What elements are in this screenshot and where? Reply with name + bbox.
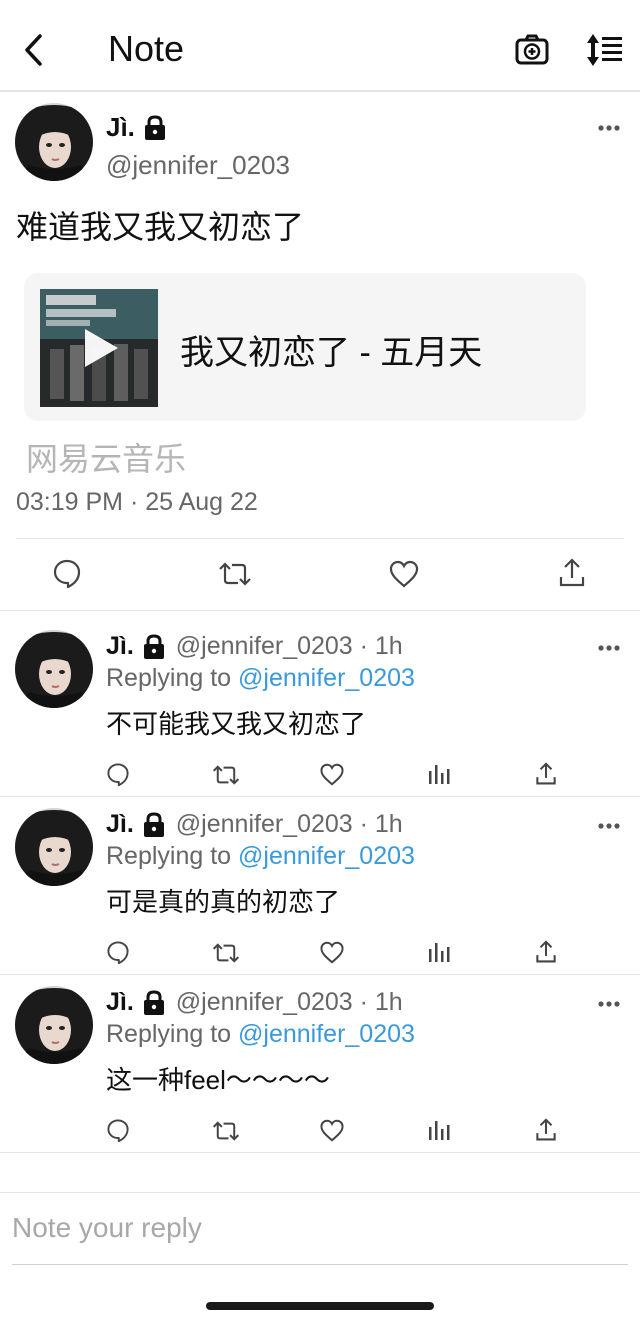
divider (16, 538, 624, 539)
reply-author-row: Jì. @jennifer_0203 · 1h (106, 988, 403, 1017)
chevron-left-icon[interactable] (18, 30, 52, 70)
reply-item[interactable]: Jì. @jennifer_0203 · 1h Replying to @jen… (0, 612, 640, 790)
reply-actions (0, 940, 640, 970)
reply-text: 不可能我又我又初恋了 (106, 709, 367, 739)
more-icon[interactable] (597, 124, 621, 132)
input-underline (12, 1264, 628, 1265)
reply-author-row: Jì. @jennifer_0203 · 1h (106, 810, 403, 839)
replying-to-link[interactable]: @jennifer_0203 (238, 842, 415, 870)
author-handle: @jennifer_0203 (106, 150, 290, 180)
divider (0, 1192, 640, 1193)
reply-item[interactable]: Jì. @jennifer_0203 · 1h Replying to @jen… (0, 790, 640, 968)
reply-actions (0, 762, 640, 792)
reply-item[interactable]: Jì. @jennifer_0203 · 1h Replying to @jen… (0, 968, 640, 1146)
camera-plus-icon[interactable] (514, 32, 550, 68)
replying-to-prefix: Replying to (106, 664, 239, 692)
reply-handle-time: @jennifer_0203 · 1h (175, 632, 403, 660)
home-indicator[interactable] (206, 1302, 434, 1310)
share-icon[interactable] (558, 558, 586, 588)
avatar[interactable] (15, 808, 93, 886)
like-icon[interactable] (319, 941, 345, 964)
avatar[interactable] (15, 103, 93, 181)
lock-icon (143, 989, 164, 1015)
like-icon[interactable] (388, 560, 420, 588)
reply-actions (0, 1118, 640, 1148)
like-icon[interactable] (319, 763, 345, 786)
more-icon[interactable] (597, 644, 621, 652)
page-title: Note (108, 28, 185, 69)
post-text: 难道我又我又初恋了 (16, 209, 305, 245)
author-name-row: Jì. (106, 112, 167, 143)
lock-icon (143, 811, 164, 837)
analytics-icon[interactable] (428, 941, 450, 963)
top-bar: Note (0, 0, 640, 92)
sort-icon[interactable] (584, 32, 624, 68)
more-icon[interactable] (597, 1000, 621, 1008)
replying-to-link[interactable]: @jennifer_0203 (238, 664, 415, 692)
divider (0, 1152, 640, 1153)
author-name: Jì. (106, 810, 134, 838)
post-source[interactable]: 网易云音乐 (26, 434, 186, 480)
music-card[interactable]: 我又初恋了 - 五月天 (24, 273, 586, 421)
retweet-icon[interactable] (212, 941, 240, 965)
lock-icon (144, 114, 165, 140)
reply-handle-time: @jennifer_0203 · 1h (175, 810, 403, 838)
author-name: Jì. (106, 112, 135, 142)
retweet-icon[interactable] (212, 763, 240, 787)
reply-text: 这一种feel～～～～ (106, 1065, 330, 1095)
like-icon[interactable] (319, 1119, 345, 1142)
reply-handle-time: @jennifer_0203 · 1h (175, 988, 403, 1016)
replying-to-prefix: Replying to (106, 842, 239, 870)
card-title: 我又初恋了 - 五月天 (180, 334, 483, 372)
reply-icon[interactable] (106, 1118, 130, 1142)
replying-to-prefix: Replying to (106, 1020, 239, 1048)
share-icon[interactable] (535, 940, 557, 964)
replying-to: Replying to @jennifer_0203 (106, 664, 415, 693)
author-name: Jì. (106, 632, 134, 660)
replying-to: Replying to @jennifer_0203 (106, 842, 415, 871)
reply-icon[interactable] (106, 940, 130, 964)
share-icon[interactable] (535, 1118, 557, 1142)
replying-to-link[interactable]: @jennifer_0203 (238, 1020, 415, 1048)
divider (0, 610, 640, 611)
analytics-icon[interactable] (428, 763, 450, 785)
share-icon[interactable] (535, 762, 557, 786)
more-icon[interactable] (597, 822, 621, 830)
album-cover (40, 289, 158, 407)
lock-icon (143, 633, 164, 659)
reply-input[interactable]: Note your reply (12, 1212, 202, 1244)
avatar[interactable] (15, 630, 93, 708)
post-actions (0, 556, 640, 596)
post-timestamp: 03:19 PM · 25 Aug 22 (16, 488, 258, 516)
retweet-icon[interactable] (212, 1119, 240, 1143)
retweet-icon[interactable] (218, 560, 252, 588)
avatar[interactable] (15, 986, 93, 1064)
author-name: Jì. (106, 988, 134, 1016)
analytics-icon[interactable] (428, 1119, 450, 1141)
reply-text: 可是真的真的初恋了 (106, 887, 341, 917)
reply-icon[interactable] (52, 558, 82, 588)
reply-author-row: Jì. @jennifer_0203 · 1h (106, 632, 403, 661)
replying-to: Replying to @jennifer_0203 (106, 1020, 415, 1049)
reply-icon[interactable] (106, 762, 130, 786)
